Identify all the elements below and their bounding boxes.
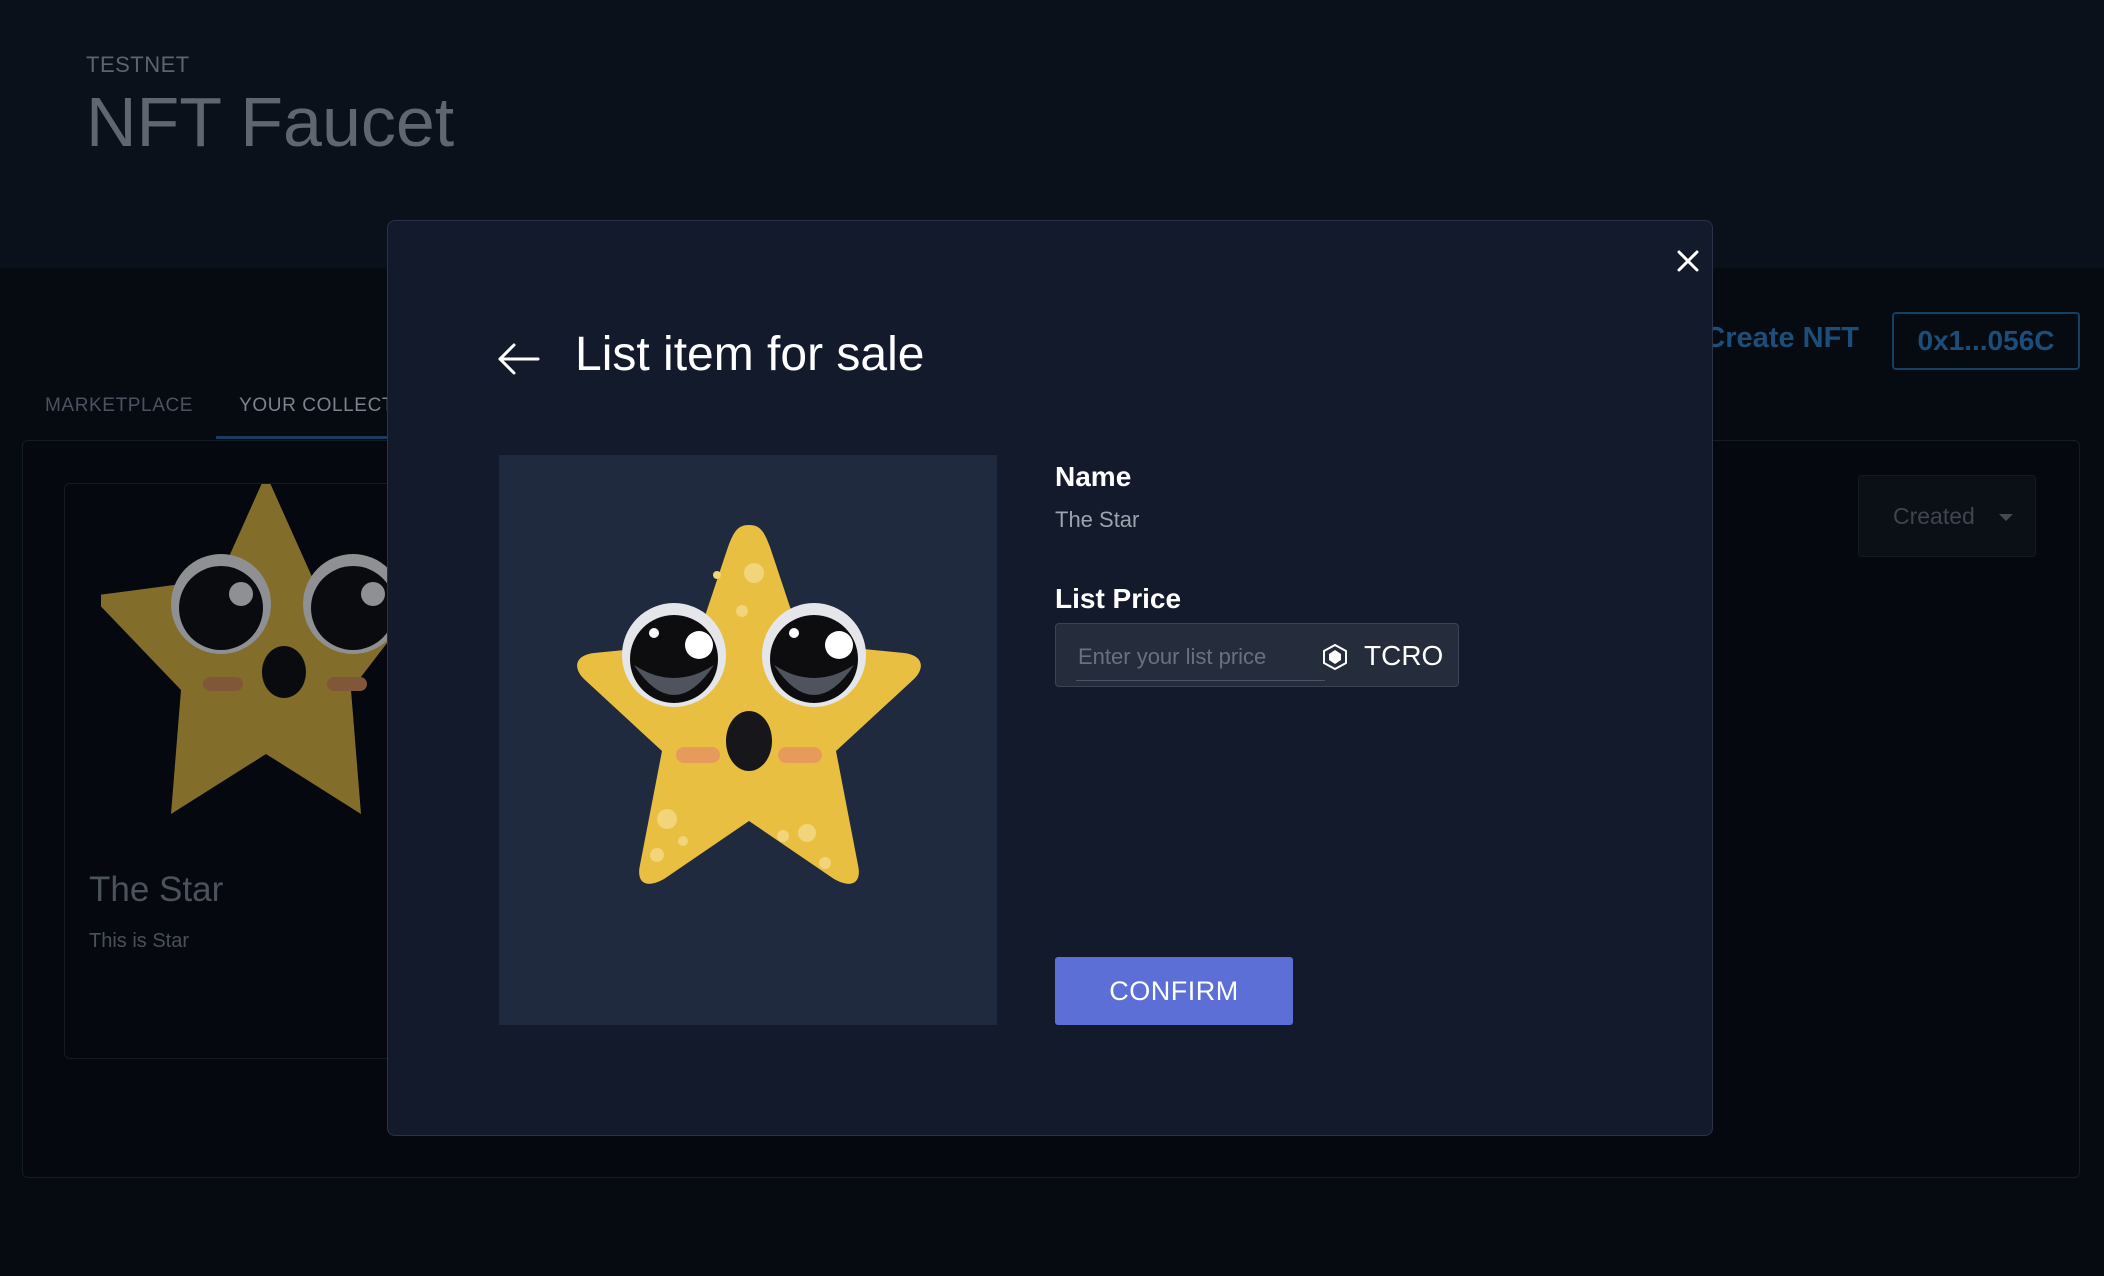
star-character-image — [577, 525, 921, 884]
card-title: The Star — [89, 870, 224, 909]
close-icon[interactable] — [1668, 241, 1708, 281]
arrow-left-icon[interactable] — [496, 339, 542, 379]
caret-down-icon — [1999, 514, 2013, 521]
list-item-modal: List item for sale Name The Star List Pr… — [387, 220, 1713, 1136]
list-price-label: List Price — [1055, 583, 1182, 614]
wallet-address-button[interactable]: 0x1...056C — [1892, 312, 2080, 370]
create-nft-link[interactable]: Create NFT — [1704, 322, 1859, 355]
confirm-button[interactable]: CONFIRM — [1055, 957, 1293, 1025]
name-label: Name — [1055, 461, 1132, 492]
list-price-field: TCRO — [1055, 623, 1459, 687]
currency-label: TCRO — [1364, 640, 1444, 671]
name-value: The Star — [1055, 507, 1140, 532]
nft-preview — [499, 455, 997, 1025]
list-price-input[interactable] — [1076, 634, 1325, 681]
tab-marketplace[interactable]: MARKETPLACE — [22, 376, 216, 436]
filter-select[interactable]: Created — [1858, 475, 2036, 557]
filter-selected-value: Created — [1893, 502, 1975, 529]
app-title: NFT Faucet — [86, 83, 455, 161]
collection-tabs: MARKETPLACE YOUR COLLECT — [22, 376, 418, 439]
modal-title: List item for sale — [575, 328, 925, 381]
card-description: This is Star — [89, 930, 190, 952]
network-label: TESTNET — [86, 52, 190, 77]
cro-icon — [1323, 644, 1347, 670]
